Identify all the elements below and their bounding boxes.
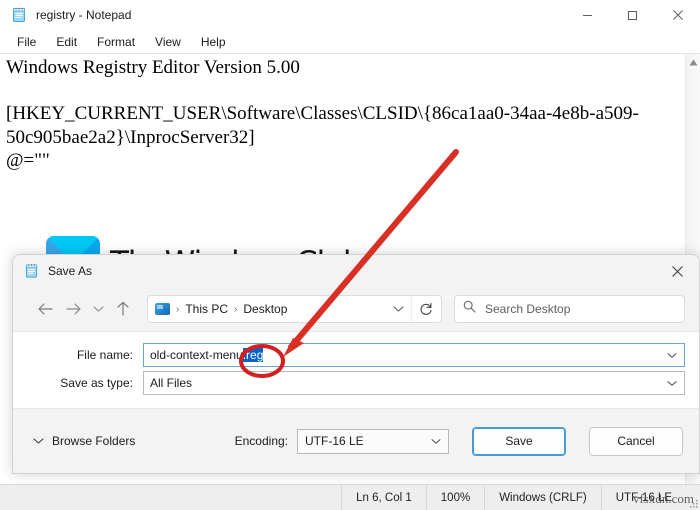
browse-folders-label: Browse Folders <box>52 434 136 448</box>
close-icon[interactable] <box>655 255 699 287</box>
chevron-down-icon[interactable] <box>427 438 445 445</box>
filename-base: old-context-menu <box>150 348 243 362</box>
browse-folders-toggle[interactable]: Browse Folders <box>33 434 135 448</box>
encoding-group: Encoding: UTF-16 LE Save Cancel <box>234 426 683 456</box>
chevron-down-icon <box>33 434 44 448</box>
save-as-dialog: Save As › This PC › Desktop Search Deskt… <box>12 254 700 474</box>
refresh-icon[interactable] <box>411 296 439 322</box>
breadcrumb[interactable]: › This PC › Desktop <box>147 295 442 323</box>
dialog-navbar: › This PC › Desktop Search Desktop <box>13 287 699 331</box>
menu-view[interactable]: View <box>146 32 190 52</box>
dialog-footer: Browse Folders Encoding: UTF-16 LE Save … <box>13 409 699 473</box>
chevron-down-icon[interactable] <box>87 295 109 323</box>
window-title: registry - Notepad <box>36 8 132 22</box>
encoding-select-value: UTF-16 LE <box>305 434 364 448</box>
breadcrumb-item-this-pc[interactable]: This PC <box>185 302 228 316</box>
filename-input[interactable]: old-context-menu.reg <box>143 343 685 367</box>
menu-edit[interactable]: Edit <box>47 32 86 52</box>
filename-label: File name: <box>76 348 133 362</box>
breadcrumb-separator: › <box>234 303 238 315</box>
menu-format[interactable]: Format <box>88 32 144 52</box>
up-arrow-icon[interactable] <box>109 295 137 323</box>
search-input-value: Search Desktop <box>485 302 571 316</box>
notepad-icon <box>24 263 39 279</box>
chevron-down-icon[interactable] <box>663 352 681 359</box>
notepad-icon <box>11 7 27 23</box>
back-arrow-icon[interactable] <box>31 295 59 323</box>
filetype-select[interactable]: All Files <box>143 371 685 395</box>
notepad-statusbar: Ln 6, Col 1 100% Windows (CRLF) UTF-16 L… <box>0 484 700 510</box>
menu-file[interactable]: File <box>8 32 45 52</box>
status-encoding[interactable]: UTF-16 LE <box>600 485 686 510</box>
scroll-up-icon[interactable] <box>686 56 700 68</box>
search-input[interactable]: Search Desktop <box>454 295 685 323</box>
filetype-select-value: All Files <box>150 376 193 390</box>
status-line-ending[interactable]: Windows (CRLF) <box>484 485 601 510</box>
notepad-menubar: File Edit Format View Help <box>0 30 700 54</box>
breadcrumb-item-desktop[interactable]: Desktop <box>243 302 287 316</box>
dialog-title: Save As <box>48 264 93 278</box>
status-cursor-position: Ln 6, Col 1 <box>341 485 426 510</box>
dialog-fields: File name: old-context-menu.reg Save as … <box>13 331 699 409</box>
chevron-down-icon[interactable] <box>663 380 681 387</box>
filetype-row: Save as type: All Files <box>13 370 699 396</box>
maximize-icon[interactable] <box>610 0 655 30</box>
dialog-titlebar: Save As <box>13 255 699 287</box>
encoding-label: Encoding: <box>234 434 288 448</box>
window-controls <box>565 0 700 30</box>
statusbar-spacer <box>0 485 341 510</box>
filename-row: File name: old-context-menu.reg <box>13 342 699 368</box>
menu-help[interactable]: Help <box>192 32 235 52</box>
minimize-icon[interactable] <box>565 0 610 30</box>
resize-grip-icon[interactable] <box>686 485 700 510</box>
search-icon <box>463 300 476 318</box>
filetype-label: Save as type: <box>60 376 133 390</box>
encoding-select[interactable]: UTF-16 LE <box>297 428 449 454</box>
close-icon[interactable] <box>655 0 700 30</box>
filename-extension-selected: .reg <box>242 348 264 362</box>
breadcrumb-separator: › <box>176 303 180 315</box>
filename-input-value: old-context-menu.reg <box>150 348 264 362</box>
cancel-button[interactable]: Cancel <box>589 426 683 456</box>
this-pc-icon <box>155 303 170 315</box>
status-zoom-level[interactable]: 100% <box>425 485 484 510</box>
chevron-down-icon[interactable] <box>385 296 411 322</box>
notepad-titlebar: registry - Notepad <box>0 0 700 30</box>
forward-arrow-icon[interactable] <box>59 295 87 323</box>
save-button[interactable]: Save <box>472 426 566 456</box>
